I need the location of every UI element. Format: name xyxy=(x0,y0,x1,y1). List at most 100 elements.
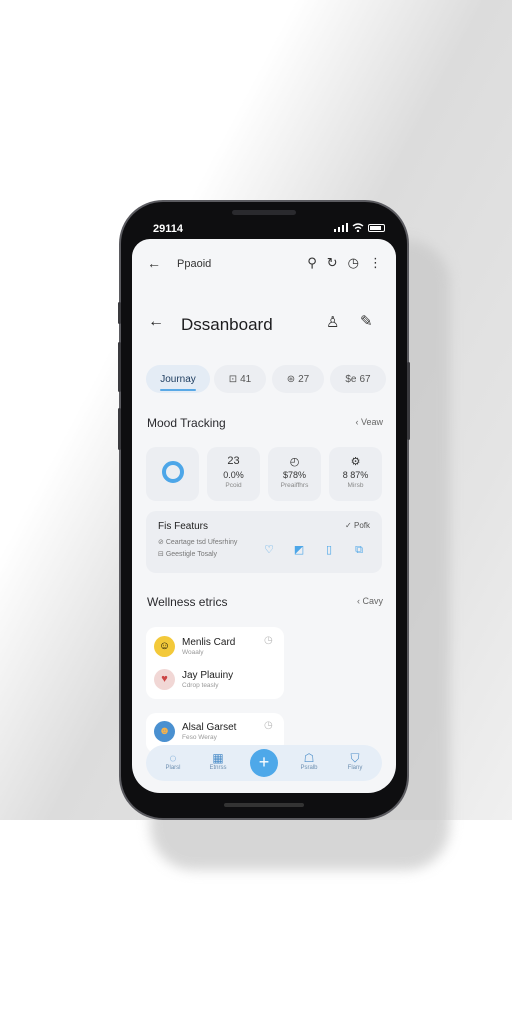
mood-ring xyxy=(162,461,184,483)
nav-item-calendar[interactable]: ▦ Etnrss xyxy=(203,751,233,771)
section-title: Wellness etrics xyxy=(147,595,228,609)
mood-tracking-header: Mood Tracking ‹ Veaw xyxy=(147,416,383,432)
stat-card[interactable]: ◴ $78% Preaiffhrs xyxy=(268,447,321,501)
stat-value: 8 87% xyxy=(342,470,369,480)
view-all-label: Veaw xyxy=(360,417,383,427)
signal-icon xyxy=(334,223,348,232)
person-name: Alsal Garset xyxy=(182,722,237,733)
phone-frame: 29114 ← Ppaoid ⚲ ↻ ◷ ⋮ ← Dssanboard ♙ ✎ … xyxy=(118,202,410,818)
phone-power-button xyxy=(407,362,410,440)
feature-row-label: Geestigle Tosaly xyxy=(165,551,218,558)
feature-row: ⊘ Ceartage tsd Ufesrhiny xyxy=(158,539,238,546)
tab-label: 27 xyxy=(298,373,310,385)
home-icon: ◌ xyxy=(169,751,177,765)
nav-label: Flany xyxy=(347,765,363,771)
stat-card[interactable]: 23 0.0% Pcoid xyxy=(207,447,260,501)
clock-icon: ◷ xyxy=(264,720,273,731)
more-vert-icon[interactable]: ⋮ xyxy=(369,255,382,271)
share-icon[interactable]: ⧉ xyxy=(352,543,366,557)
nav-item-profile[interactable]: ☖ Psralb xyxy=(294,751,324,771)
phone-side-button xyxy=(118,408,121,450)
mood-ring-card[interactable] xyxy=(146,447,199,501)
person-icon: ☖ xyxy=(303,751,315,765)
mood-stats: 23 0.0% Pcoid ◴ $78% Preaiffhrs ⚙ 8 87% … xyxy=(146,447,382,501)
person-subtitle: Woaaly xyxy=(182,649,204,656)
wellness-card[interactable]: ☺ Menlis Card Woaaly ◷ ♥ Jay Plauiny Cdr… xyxy=(146,627,284,699)
timer-icon[interactable]: ◷ xyxy=(348,255,359,271)
bottom-nav: ◌ Plarsl ▦ Etnrss + ☖ Psralb ⛉ Flany xyxy=(146,745,382,781)
refresh-icon[interactable]: ↻ xyxy=(327,255,338,271)
tab-calendar[interactable]: ⊡ 41 xyxy=(214,365,266,393)
tab-stats[interactable]: $e 67 xyxy=(330,365,386,393)
chart-icon: $e xyxy=(345,373,357,385)
grid-icon: ▦ xyxy=(212,751,224,765)
stat-card[interactable]: ⚙ 8 87% Mirsb xyxy=(329,447,382,501)
stat-caption: Preaiffhrs xyxy=(280,482,309,489)
wellness-header: Wellness etrics ‹ Cavy xyxy=(147,595,383,611)
target-icon: ⊛ xyxy=(286,373,296,385)
person-name: Menlis Card xyxy=(182,637,236,648)
feature-icons: ♡ ◩ ▯ ⧉ xyxy=(262,543,366,557)
features-action[interactable]: ✓ Pofk xyxy=(345,521,370,530)
person-subtitle: Cdrop teasly xyxy=(182,682,219,689)
features-title: Fis Featurs xyxy=(158,521,209,532)
page-title: Dssanboard xyxy=(181,315,273,334)
feature-row-label: Ceartage tsd Ufesrhiny xyxy=(165,539,238,546)
stat-value: 0.0% xyxy=(223,470,244,480)
tab-journal[interactable]: Journay xyxy=(146,365,210,393)
shield-icon: ⛉ xyxy=(350,751,360,765)
heart-icon[interactable]: ♡ xyxy=(262,543,276,557)
features-card[interactable]: Fis Featurs ✓ Pofk ⊘ Ceartage tsd Ufesrh… xyxy=(146,511,382,573)
wifi-icon xyxy=(352,223,364,232)
avatar: ☻ xyxy=(154,721,175,742)
nav-item-settings[interactable]: ⛉ Flany xyxy=(340,751,370,771)
feature-row: ⊟ Geestigle Tosaly xyxy=(158,551,218,558)
stat-caption: Mirsb xyxy=(347,482,364,489)
tab-bar: Journay ⊡ 41 ⊛ 27 $e 67 xyxy=(146,365,386,393)
tab-label: 67 xyxy=(359,373,371,385)
edit-icon[interactable]: ✎ xyxy=(360,312,373,330)
phone-side-button xyxy=(118,342,121,392)
tab-label: 41 xyxy=(240,373,252,385)
features-action-label: Pofk xyxy=(353,521,370,530)
person-name: Jay Plauiny xyxy=(182,670,234,681)
back-arrow-icon[interactable]: ← xyxy=(147,255,161,271)
avatar: ☺ xyxy=(154,636,175,657)
wellness-action-link[interactable]: ‹ Cavy xyxy=(357,596,383,606)
app-bar-title: Ppaoid xyxy=(177,258,212,270)
phone-side-button xyxy=(118,302,121,324)
tab-goals[interactable]: ⊛ 27 xyxy=(272,365,324,393)
page-header: ← Dssanboard ♙ ✎ xyxy=(132,305,396,341)
profile-icon[interactable]: ♙ xyxy=(326,313,339,331)
app-screen: ← Ppaoid ⚲ ↻ ◷ ⋮ ← Dssanboard ♙ ✎ Journa… xyxy=(132,239,396,793)
clock-icon: ◴ xyxy=(289,456,300,468)
settings-icon: ⚙ xyxy=(350,456,361,468)
phone-speaker xyxy=(232,210,296,215)
search-icon[interactable]: ⚲ xyxy=(307,255,317,271)
stat-value: $78% xyxy=(282,470,307,480)
app-bar-tools: ⚲ ↻ ◷ ⋮ xyxy=(307,255,382,271)
view-all-link[interactable]: ‹ Veaw xyxy=(355,417,383,427)
stat-caption: Pcoid xyxy=(225,482,242,489)
status-bar: 29114 xyxy=(153,223,385,237)
home-indicator xyxy=(224,803,304,807)
puzzle-icon[interactable]: ◩ xyxy=(292,543,306,557)
person-subtitle: Feso Weray xyxy=(182,734,217,741)
wellness-action-label: Cavy xyxy=(362,596,383,606)
section-title: Mood Tracking xyxy=(147,416,226,430)
avatar: ♥ xyxy=(154,669,175,690)
nav-label: Etnrss xyxy=(209,765,227,771)
back-arrow-icon[interactable]: ← xyxy=(148,313,164,331)
status-time: 29114 xyxy=(153,223,183,235)
list-item[interactable]: ♥ Jay Plauiny Cdrop teasly xyxy=(154,667,284,693)
add-button[interactable]: + xyxy=(250,749,278,777)
battery-icon xyxy=(368,223,385,232)
clock-icon: ◷ xyxy=(264,635,273,646)
app-bar: ← Ppaoid ⚲ ↻ ◷ ⋮ xyxy=(132,239,396,289)
tablet-icon[interactable]: ▯ xyxy=(322,543,336,557)
nav-label: Plarsl xyxy=(165,765,181,771)
tab-label: Journay xyxy=(160,373,196,385)
nav-item-home[interactable]: ◌ Plarsl xyxy=(158,751,188,771)
stat-number: 23 xyxy=(227,455,240,467)
nav-label: Psralb xyxy=(300,765,318,771)
